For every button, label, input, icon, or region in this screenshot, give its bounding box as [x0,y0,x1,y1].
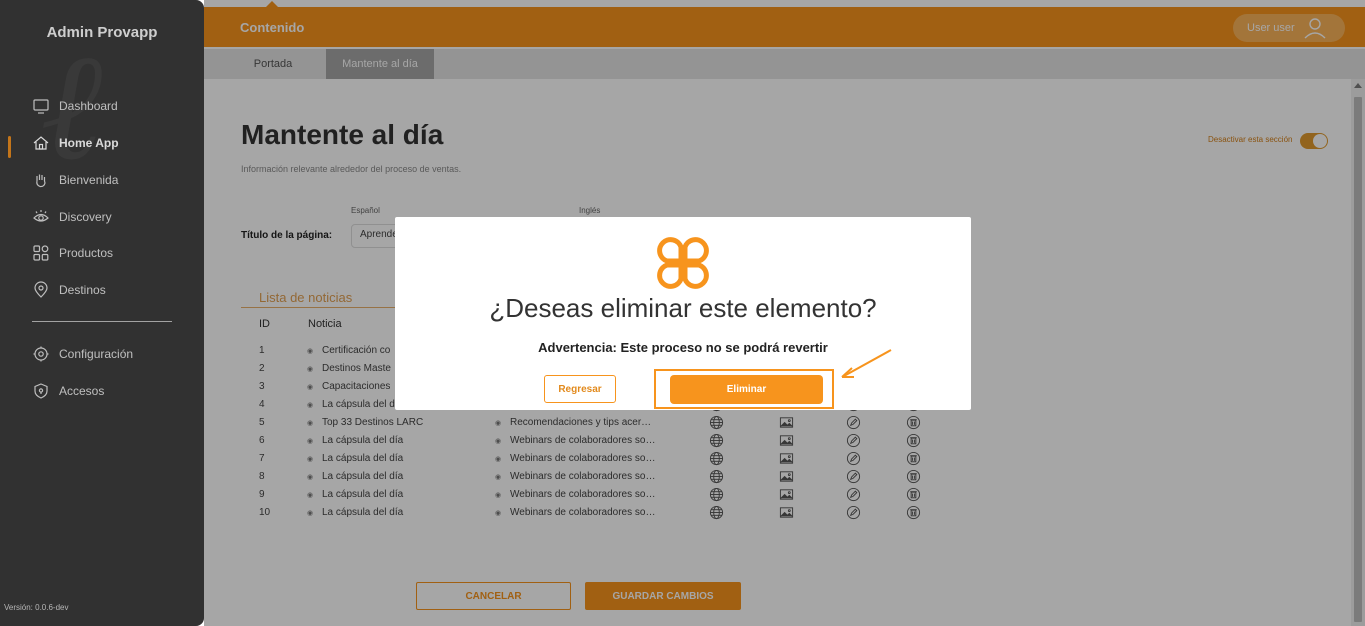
dialog-title: ¿Deseas eliminar este elemento? [489,293,877,323]
back-button[interactable]: Regresar [544,375,616,403]
modal-backdrop-sidebar [0,0,204,626]
delete-button[interactable]: Eliminar [670,375,823,404]
clover-logo-icon [657,237,709,289]
app-root: ℓ Admin Provapp Dashboard Home App Bienv… [0,0,1365,626]
pointer-arrow-icon [841,349,892,378]
